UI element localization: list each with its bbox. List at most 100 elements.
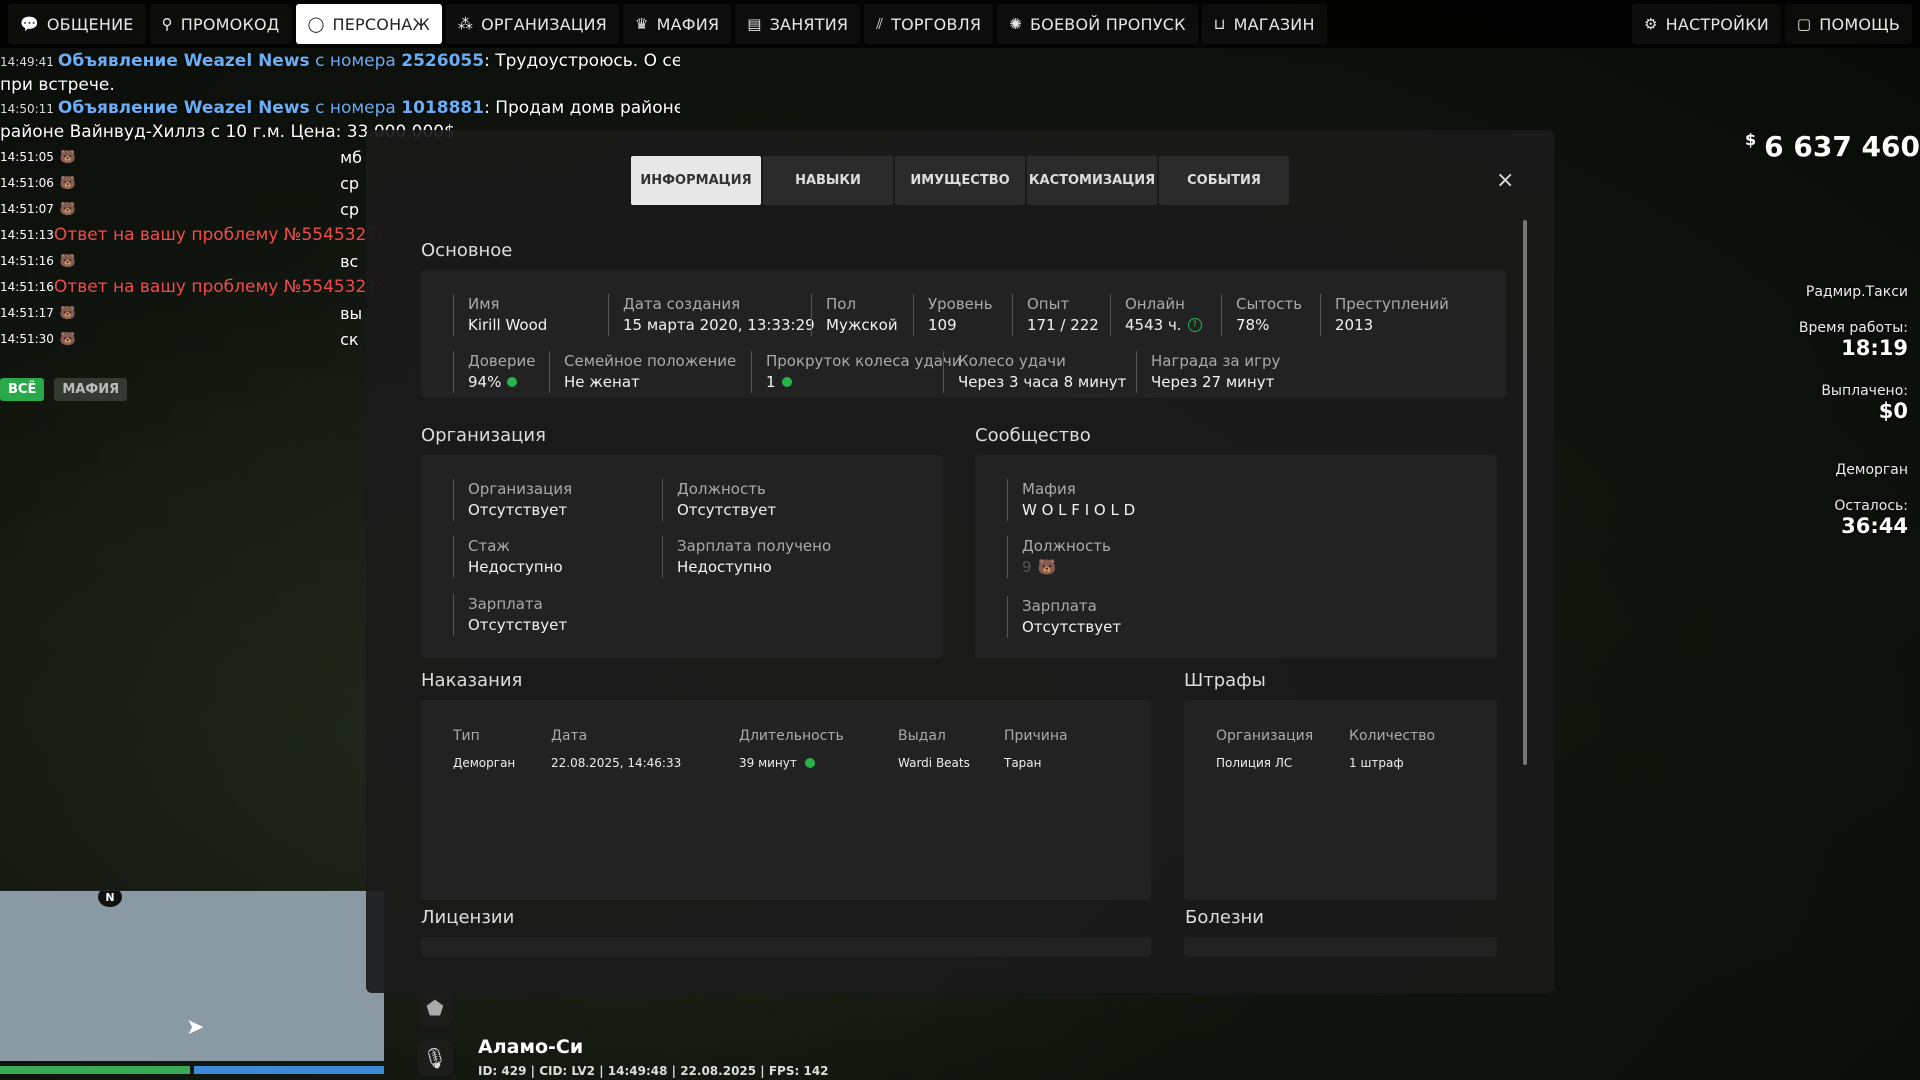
chat-text: Объявление Weazel News xyxy=(57,51,310,71)
status-dot-icon xyxy=(781,377,792,387)
chat-text: мб xyxy=(340,147,363,167)
org-salary-received-field: Зарплата получено Недоступно xyxy=(662,536,831,578)
close-icon[interactable]: × xyxy=(1496,168,1514,193)
nav-tab-label: НАСТРОЙКИ xyxy=(1665,14,1769,34)
nav-tab-left-7[interactable]: ✺ БОЕВОЙ ПРОПУСК xyxy=(997,4,1198,44)
nav-tab-right-1[interactable]: ▢ ПОМОЩЬ xyxy=(1784,4,1912,44)
field-value: Отсутствует xyxy=(468,501,568,519)
gear-icon: ⚙ xyxy=(1644,15,1658,33)
chat-time: 14:51:30 xyxy=(0,331,54,346)
nav-tab-left-3[interactable]: ⁂ ОРГАНИЗАЦИЯ xyxy=(445,4,619,44)
location-pin-icon: ⬟ xyxy=(417,990,453,1026)
field-value: 171 / 222 xyxy=(1027,316,1099,334)
paid-label: Выплачено: xyxy=(1821,383,1908,399)
nav-tab-label: МАФИЯ xyxy=(656,14,720,34)
chat-filter-all[interactable]: ВСЁ xyxy=(0,378,45,401)
chat-text: вы xyxy=(340,303,363,323)
org-salary-field: Зарплата Отсутствует xyxy=(453,594,567,636)
section-organization-title: Организация xyxy=(421,425,546,446)
chat-time: 14:51:16 xyxy=(0,253,54,268)
info-field: Прокруток колеса удачи 1 xyxy=(751,351,962,393)
location-name: Аламо-Си xyxy=(478,1036,584,1058)
chat-filter-mafia[interactable]: МАФИЯ xyxy=(54,378,128,401)
basic-panel: Имя Kirill Wood Дата создания 15 марта 2020… xyxy=(421,270,1506,398)
field-value-row: 109 xyxy=(928,314,993,336)
field-label: Доверие xyxy=(468,352,536,370)
field-value: Через 27 минут xyxy=(1151,373,1275,391)
cell-text: 39 минут xyxy=(739,756,797,770)
field-label: Зарплата получено xyxy=(677,537,832,555)
fines-panel: Организация Количество Полиция ЛС 1 штраф xyxy=(1184,700,1497,900)
nav-tab-left-8[interactable]: ⊔ МАГАЗИН xyxy=(1201,4,1327,44)
field-value: W O L F I O L D xyxy=(1022,501,1136,519)
nav-tab-left-1[interactable]: ⚲ ПРОМОКОД xyxy=(149,4,292,44)
diseases-panel xyxy=(1184,937,1497,957)
trade-icon: ⫽ xyxy=(876,15,884,33)
modal-tab-2[interactable]: ИМУЩЕСТВО xyxy=(895,156,1025,205)
modal-tab-3[interactable]: КАСТОМИЗАЦИЯ xyxy=(1027,156,1157,205)
field-value: Отсутствует xyxy=(468,616,568,634)
health-bar xyxy=(0,1066,190,1074)
status-dot-icon xyxy=(804,758,815,768)
table-cell: Таран xyxy=(1004,756,1042,770)
field-value-row: 1 xyxy=(766,371,962,393)
modal-tab-4[interactable]: СОБЫТИЯ xyxy=(1159,156,1289,205)
org-organization-field: Организация Отсутствует xyxy=(453,479,572,521)
nav-tab-label: ОРГАНИЗАЦИЯ xyxy=(481,14,607,34)
chat-time: 14:51:17 xyxy=(0,305,54,320)
modal-tab-0[interactable]: ИНФОРМАЦИЯ xyxy=(631,156,761,205)
bear-icon: 🐻 xyxy=(59,305,77,321)
community-panel: Мафия W O L F I O L D Должность 9 🐻 Зарп… xyxy=(975,455,1497,658)
nav-tab-left-4[interactable]: ♛ МАФИЯ xyxy=(622,4,732,44)
field-label: Мафия xyxy=(1022,480,1076,498)
status-bars xyxy=(0,1066,384,1074)
money-display: $6 637 460 xyxy=(1745,130,1920,163)
nav-tab-label: ПЕРСОНАЖ xyxy=(332,14,430,34)
demorgan-label: Деморган xyxy=(1835,462,1908,478)
paid-block: Выплачено: $0 xyxy=(1821,383,1908,423)
table-header: Количество xyxy=(1349,728,1436,744)
cart-icon: ⊔ xyxy=(1213,15,1226,33)
field-value-row: Через 3 часа 8 минут xyxy=(958,371,1126,393)
demorgan-block: Деморган xyxy=(1835,462,1908,478)
chat-time: 14:51:07 xyxy=(0,201,54,216)
info-field: Сытость 78% xyxy=(1221,294,1302,336)
remaining-value: 36:44 xyxy=(1841,514,1908,538)
scrollbar[interactable] xyxy=(1523,220,1527,765)
info-field: Имя Kirill Wood xyxy=(453,294,547,336)
nav-tab-right-0[interactable]: ⚙ НАСТРОЙКИ xyxy=(1632,4,1781,44)
nav-tab-left-6[interactable]: ⫽ ТОРГОВЛЯ xyxy=(864,4,994,44)
nav-tab-label: ПОМОЩЬ xyxy=(1819,14,1900,34)
chat-text: ск xyxy=(340,329,359,349)
question-icon[interactable]: ? xyxy=(1187,318,1202,332)
remaining-block: Осталось: 36:44 xyxy=(1834,498,1908,538)
field-value: 4543 ч. xyxy=(1125,316,1182,334)
punishments-panel: Тип Дата Длительность Выдал Причина Деморган 2… xyxy=(421,700,1151,900)
person-icon: ◯ xyxy=(307,15,325,33)
field-label: Стаж xyxy=(468,537,510,555)
field-label: Награда за игру xyxy=(1151,352,1281,370)
field-label: Преступлений xyxy=(1335,295,1449,313)
field-label: Организация xyxy=(468,480,573,498)
field-label: Опыт xyxy=(1027,295,1070,313)
table-header: Причина xyxy=(1004,728,1068,744)
modal-tab-1[interactable]: НАВЫКИ xyxy=(763,156,893,205)
nav-tab-left-0[interactable]: 💬 ОБЩЕНИЕ xyxy=(8,4,146,44)
nav-right: ⚙ НАСТРОЙКИ ▢ ПОМОЩЬ xyxy=(1632,4,1916,44)
chat-message: 14:49:41 Объявление Weazel News с номера … xyxy=(0,50,680,74)
chat-text: с номера xyxy=(309,98,402,118)
field-value-row: 78% xyxy=(1236,314,1302,336)
minimap: N ➤ xyxy=(0,890,384,1061)
armor-bar xyxy=(194,1066,384,1074)
field-value-row: Kirill Wood xyxy=(468,314,547,336)
field-value: 78% xyxy=(1236,316,1270,334)
cell-text: 22.08.2025, 14:46:33 xyxy=(551,756,682,770)
field-value: Через 3 часа 8 минут xyxy=(958,373,1127,391)
cell-text: Wardi Beats xyxy=(898,756,970,770)
nav-tab-left-5[interactable]: ▤ ЗАНЯТИЯ xyxy=(735,4,861,44)
licenses-panel xyxy=(421,937,1151,957)
field-value: 9 🐻 xyxy=(1022,556,1111,578)
nav-tab-left-2[interactable]: ◯ ПЕРСОНАЖ xyxy=(295,4,442,44)
chat-time: 14:51:06 xyxy=(0,175,54,190)
field-value-row: 4543 ч.? xyxy=(1125,314,1202,336)
